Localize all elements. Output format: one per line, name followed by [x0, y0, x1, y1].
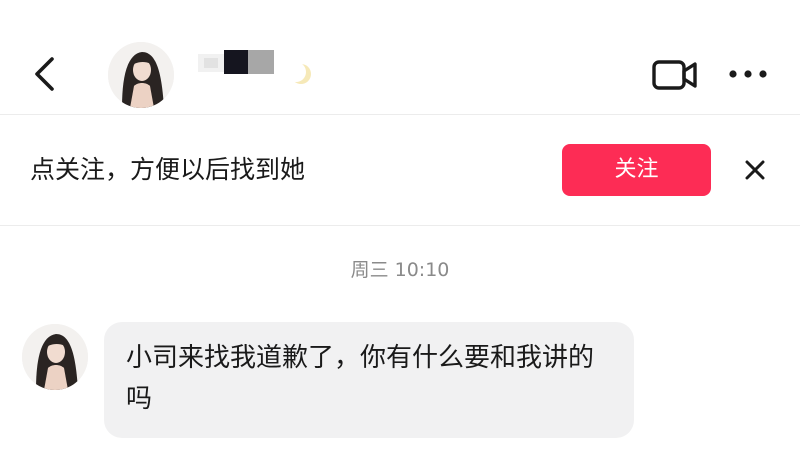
contact-avatar[interactable]	[108, 42, 174, 108]
chevron-left-icon	[35, 57, 54, 91]
message-bubble[interactable]: 小司来找我道歉了，你有什么要和我讲的吗	[104, 322, 634, 438]
close-icon	[745, 160, 765, 180]
crescent-moon-icon	[286, 62, 312, 86]
follow-suggestion-bar: 点关注，方便以后找到她 关注	[0, 115, 800, 226]
dismiss-follow-button[interactable]	[742, 157, 768, 183]
video-camera-icon	[652, 60, 697, 90]
sender-avatar[interactable]	[22, 324, 88, 390]
follow-hint-text: 点关注，方便以后找到她	[30, 155, 306, 184]
more-options-button[interactable]	[728, 66, 768, 82]
avatar-portrait	[108, 42, 174, 108]
message-text: 小司来找我道歉了，你有什么要和我讲的吗	[126, 343, 595, 414]
chat-header	[0, 0, 800, 115]
contact-name-redacted	[198, 48, 278, 76]
video-call-button[interactable]	[652, 58, 698, 92]
follow-button[interactable]: 关注	[562, 144, 711, 196]
back-button[interactable]	[30, 56, 60, 92]
message-timestamp: 周三 10:10	[350, 259, 450, 281]
more-horizontal-icon	[729, 70, 767, 78]
avatar-portrait	[22, 324, 88, 390]
